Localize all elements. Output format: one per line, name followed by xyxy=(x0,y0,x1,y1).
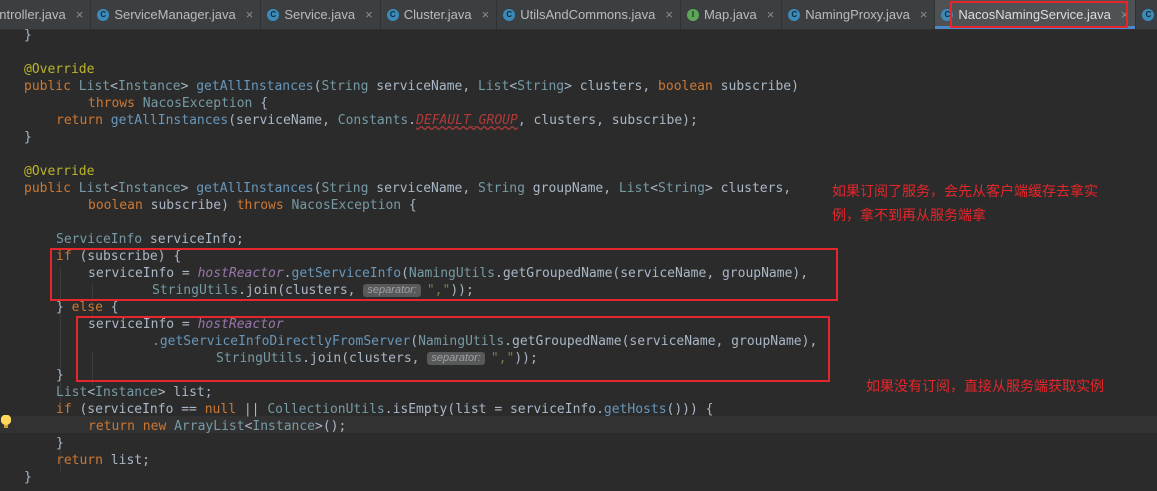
subscribe-annotation: 如果订阅了服务，会先从客户端缓存去拿实 例，拿不到再从服务端拿 xyxy=(832,184,1098,224)
tab-overflow[interactable]: C xyxy=(1136,0,1157,29)
interface-icon: I xyxy=(686,8,699,21)
code-line: ServiceInfo serviceInfo; xyxy=(56,232,244,247)
code-line: @Override xyxy=(24,164,95,179)
tab-namingproxy[interactable]: C NamingProxy.java × xyxy=(782,0,936,29)
tab-label: Cluster.java xyxy=(403,7,472,22)
tab-label: ontroller.java xyxy=(0,7,66,22)
tab-label: Map.java xyxy=(703,7,757,22)
class-icon: C xyxy=(503,8,516,21)
close-icon[interactable]: × xyxy=(482,7,490,22)
tab-cluster[interactable]: C Cluster.java × xyxy=(381,0,498,29)
code-line: if (serviceInfo == null || CollectionUti… xyxy=(56,402,714,417)
code-line: } xyxy=(56,436,64,451)
tab-service[interactable]: C Service.java × xyxy=(261,0,381,29)
tab-label: Service.java xyxy=(284,7,356,22)
code-line: throws NacosException { xyxy=(88,96,269,111)
close-icon[interactable]: × xyxy=(665,7,673,22)
code-line: boolean subscribe) throws NacosException… xyxy=(88,198,417,213)
code-line: return new ArrayList<Instance>(); xyxy=(88,419,347,434)
class-icon: C xyxy=(386,8,399,21)
active-tab-highlight-box xyxy=(950,1,1128,28)
code-line: } xyxy=(56,368,64,383)
close-icon[interactable]: × xyxy=(767,7,775,22)
code-line: List<Instance> list; xyxy=(56,385,213,400)
code-line: public List<Instance> getAllInstances(St… xyxy=(24,79,799,94)
code-line: public List<Instance> getAllInstances(St… xyxy=(24,181,792,196)
code-line: return getAllInstances(serviceName, Cons… xyxy=(56,113,698,128)
code-line: } xyxy=(24,28,32,43)
tab-label: NamingProxy.java xyxy=(805,7,910,22)
class-icon: C xyxy=(97,8,110,21)
no-subscribe-annotation: 如果没有订阅，直接从服务端获取实例 xyxy=(866,379,1104,395)
code-line: return list; xyxy=(56,453,150,468)
class-icon: C xyxy=(788,8,801,21)
tab-map[interactable]: I Map.java × xyxy=(681,0,783,29)
tab-label: UtilsAndCommons.java xyxy=(520,7,656,22)
close-icon[interactable]: × xyxy=(76,7,84,22)
class-icon: C xyxy=(267,8,280,21)
code-line: } xyxy=(24,470,32,485)
lightbulb-icon[interactable] xyxy=(1,415,11,428)
tab-utilsandcommons[interactable]: C UtilsAndCommons.java × xyxy=(497,0,681,29)
code-line: } else { xyxy=(56,300,119,315)
close-icon[interactable]: × xyxy=(246,7,254,22)
tab-ontroller[interactable]: ontroller.java × xyxy=(0,0,92,29)
code-line: } xyxy=(24,130,32,145)
tab-servicemanager[interactable]: C ServiceManager.java × xyxy=(91,0,262,29)
close-icon[interactable]: × xyxy=(365,7,373,22)
close-icon[interactable]: × xyxy=(920,7,928,22)
subscribe-branch-highlight-box xyxy=(50,248,838,301)
direct-server-branch-highlight-box xyxy=(76,316,830,382)
class-icon: C xyxy=(1142,8,1155,21)
tab-label: ServiceManager.java xyxy=(114,7,236,22)
code-line: @Override xyxy=(24,62,95,77)
